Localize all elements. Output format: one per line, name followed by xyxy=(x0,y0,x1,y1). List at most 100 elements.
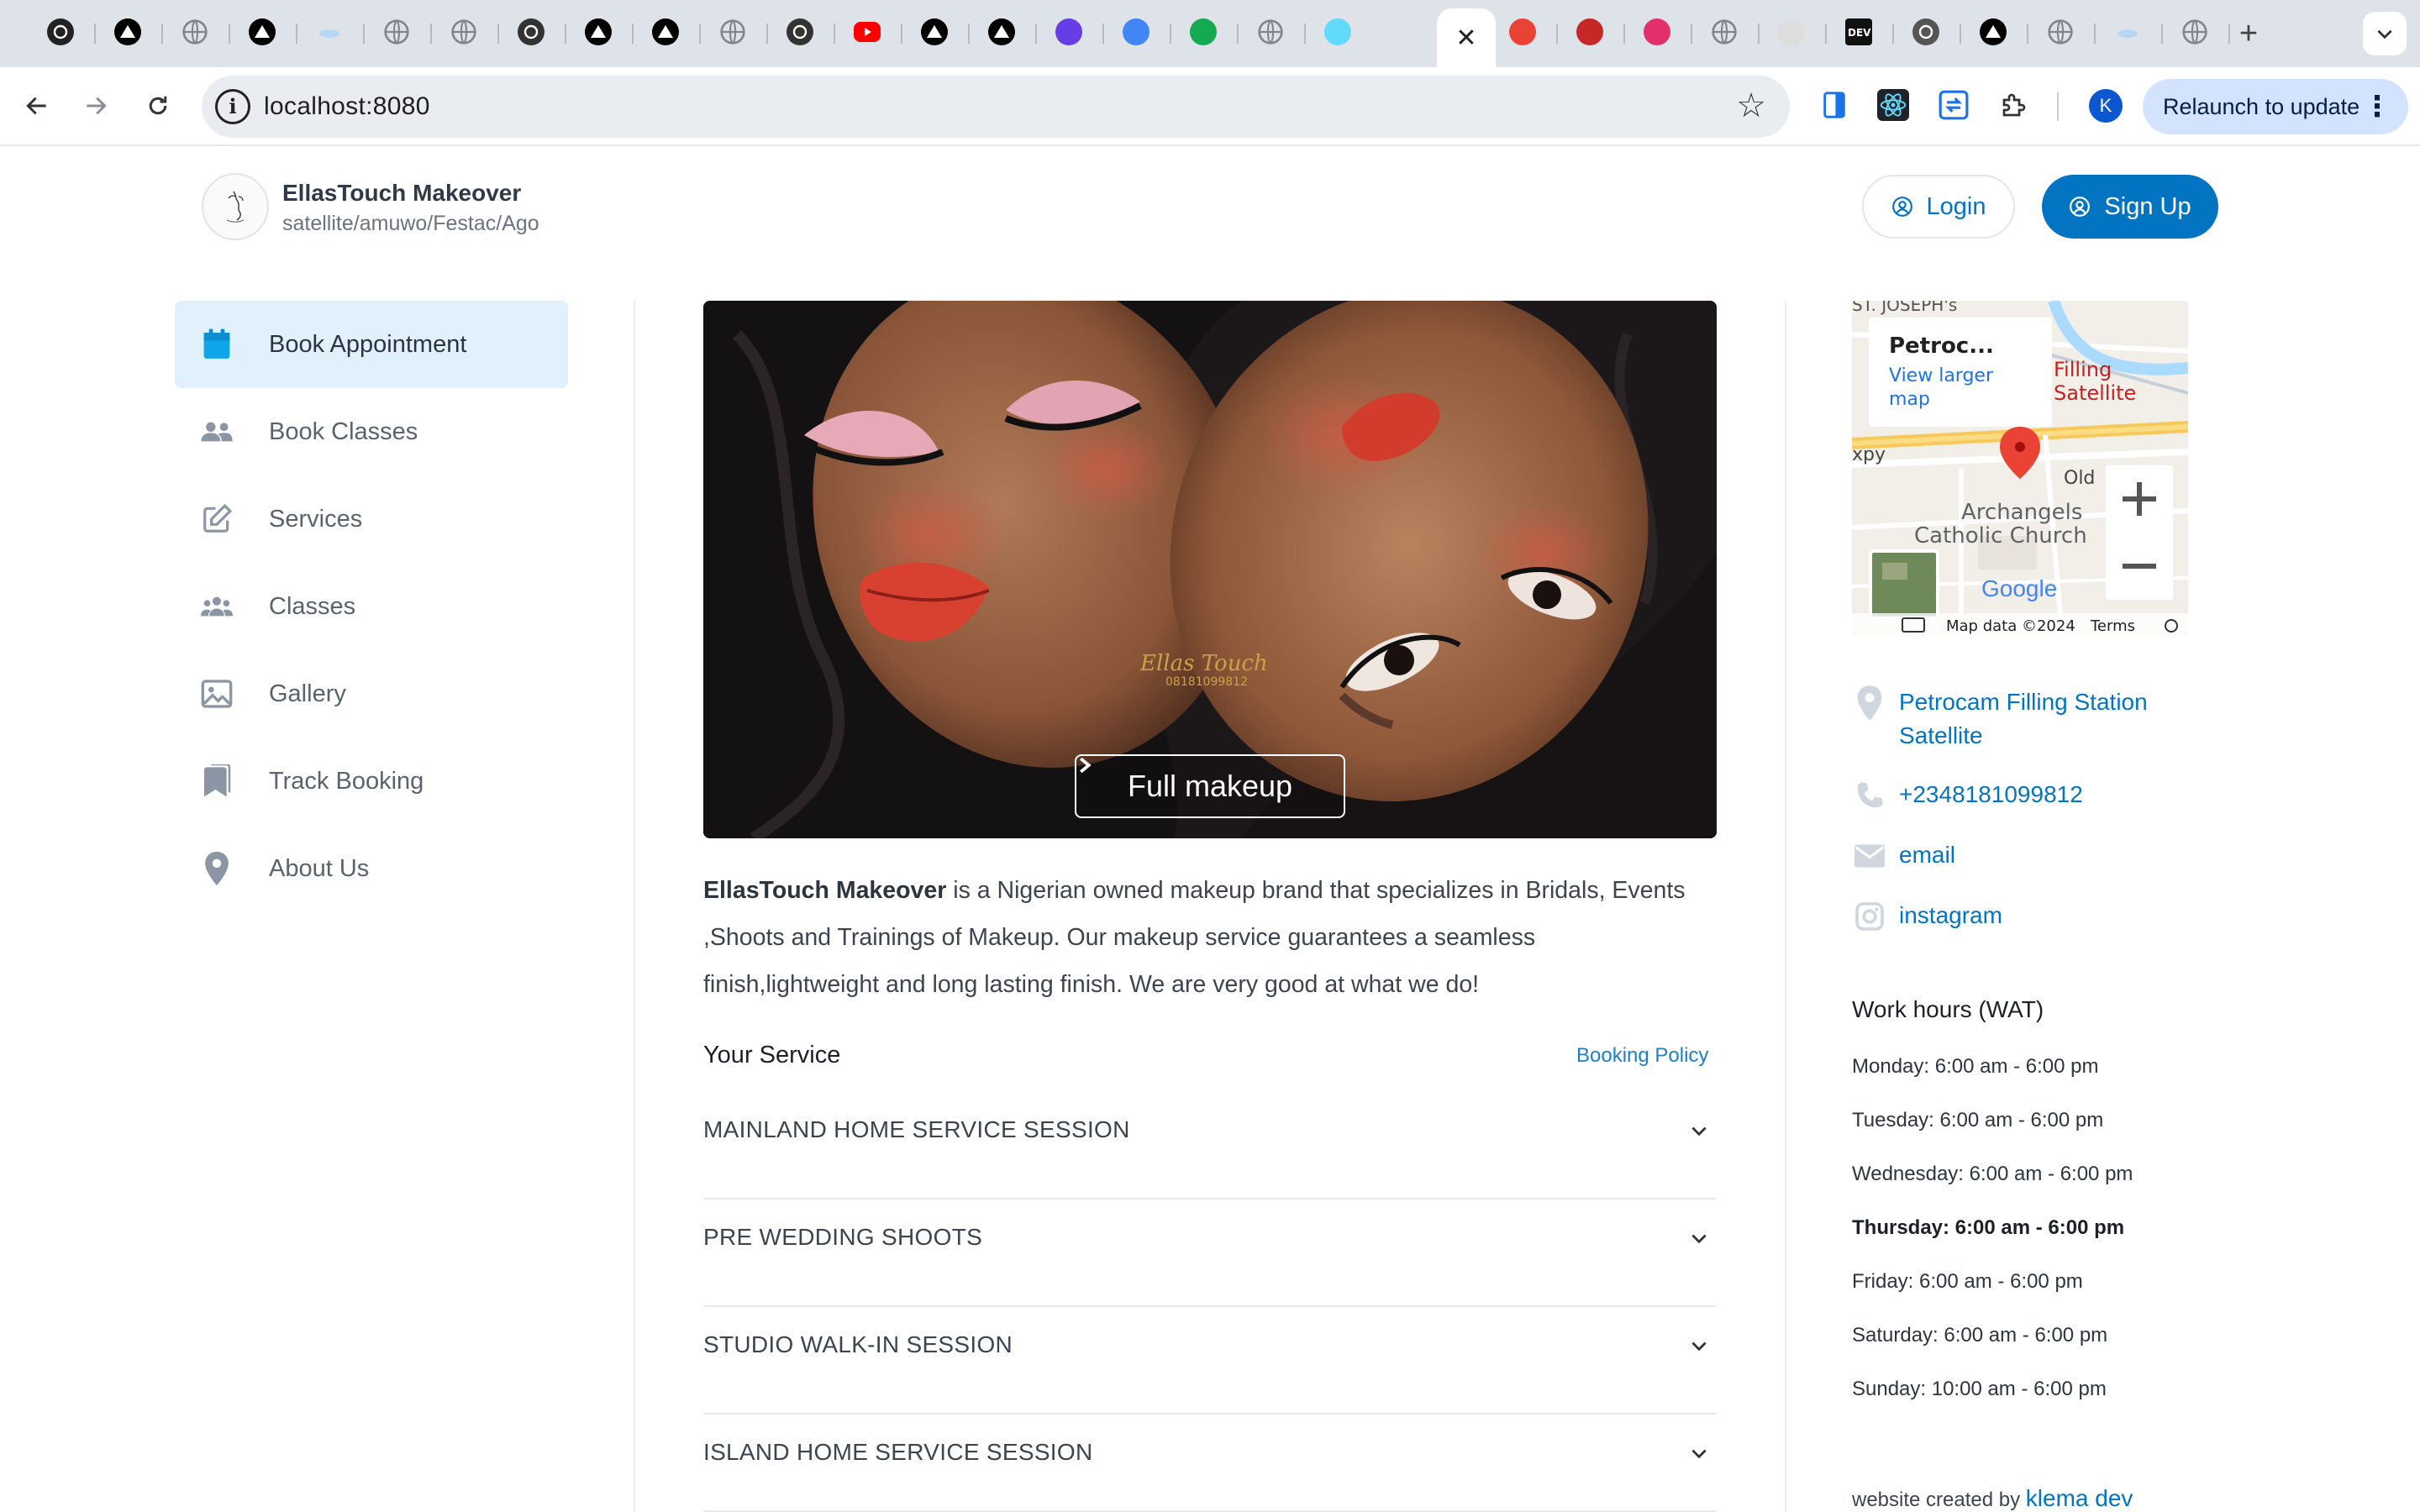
github-icon[interactable] xyxy=(516,17,546,47)
react-icon[interactable] xyxy=(1323,17,1353,47)
relaunch-button[interactable]: Relaunch to update ⋮ xyxy=(2143,79,2408,134)
sidebar-item-classes[interactable]: Classes xyxy=(175,563,568,650)
full-makeup-label: Full makeup xyxy=(1127,769,1293,803)
openai-icon[interactable] xyxy=(45,17,76,47)
login-button[interactable]: Login xyxy=(1862,175,2015,239)
email-link[interactable]: email xyxy=(1899,838,1955,872)
vercel-icon[interactable] xyxy=(113,17,143,47)
service-accordion-item[interactable]: STUDIO WALK-IN SESSION xyxy=(703,1307,1717,1415)
forward-button[interactable] xyxy=(76,86,116,126)
sidebar-item-book-appointment[interactable]: Book Appointment xyxy=(175,301,568,388)
calendar-icon xyxy=(198,326,235,363)
vercel-icon[interactable] xyxy=(1978,17,2008,47)
google-icon[interactable] xyxy=(1121,17,1151,47)
youtube-icon[interactable] xyxy=(852,17,882,47)
phone-link[interactable]: +2348181099812 xyxy=(1899,778,2083,811)
contact-instagram[interactable]: instagram xyxy=(1852,899,2205,934)
tab-separator xyxy=(1556,24,1558,44)
mongodb-icon[interactable] xyxy=(1188,17,1218,47)
image-icon[interactable] xyxy=(1776,17,1807,47)
extensions-puzzle-icon[interactable] xyxy=(1995,86,2033,124)
contact-phone[interactable]: +2348181099812 xyxy=(1852,778,2205,813)
sidebar-item-book-classes[interactable]: Book Classes xyxy=(175,388,568,475)
booking-policy-link[interactable]: Booking Policy xyxy=(1576,1044,1708,1068)
vercel-icon[interactable] xyxy=(247,17,277,47)
globe-icon[interactable] xyxy=(2045,17,2075,47)
sidebar-item-track-booking[interactable]: Track Booking xyxy=(175,738,568,825)
map-canvas[interactable]: ST. JOSEPH's Filling Satellite xpy Old A… xyxy=(1852,301,2188,637)
vercel-icon[interactable] xyxy=(919,17,950,47)
github-icon[interactable] xyxy=(785,17,815,47)
profile-avatar[interactable]: K xyxy=(2089,89,2123,123)
globe-icon[interactable] xyxy=(1709,17,1739,47)
globe-icon[interactable] xyxy=(1255,17,1286,47)
service-accordion-item[interactable]: PRE WEDDING SHOOTS xyxy=(703,1200,1717,1307)
cloud-icon[interactable] xyxy=(2112,17,2143,47)
instagram-icon[interactable] xyxy=(1642,17,1672,47)
location-pin-icon xyxy=(1852,685,1887,721)
globe-icon[interactable] xyxy=(449,17,479,47)
svg-text:DEV: DEV xyxy=(1848,27,1871,39)
chevron-down-icon xyxy=(1691,1449,1707,1459)
dev-icon[interactable]: DEV xyxy=(1844,17,1874,47)
tab-separator xyxy=(1170,24,1171,44)
signup-label: Sign Up xyxy=(2104,192,2191,220)
brand-name[interactable]: EllasTouch Makeover xyxy=(282,180,521,207)
tab-separator xyxy=(430,24,432,44)
brand-logo[interactable] xyxy=(202,173,269,240)
divider-left xyxy=(634,301,635,1512)
email-icon xyxy=(1852,838,1887,874)
contact-address[interactable]: Petrocam Filling Station Satellite xyxy=(1852,685,2205,748)
tab-search-button[interactable] xyxy=(2363,12,2407,55)
address-link[interactable]: Petrocam Filling Station Satellite xyxy=(1899,685,2185,753)
chatgpt-icon[interactable] xyxy=(1911,17,1941,47)
address-bar[interactable]: i localhost:8080 ☆ xyxy=(202,76,1790,138)
service-accordion-item[interactable]: ISLAND HOME SERVICE SESSION xyxy=(703,1415,1717,1512)
extension-sidepanel-icon[interactable] xyxy=(1815,86,1854,124)
credit-link[interactable]: klema dev xyxy=(2026,1485,2133,1511)
sidebar-item-about-us[interactable]: About Us xyxy=(175,825,568,912)
service-title: ISLAND HOME SERVICE SESSION xyxy=(703,1439,1093,1465)
bookmark-icon xyxy=(198,763,235,800)
bookmark-star-icon[interactable]: ☆ xyxy=(1736,87,1766,124)
extension-react-icon[interactable] xyxy=(1874,86,1912,124)
vercel-icon[interactable] xyxy=(583,17,613,47)
back-button[interactable] xyxy=(17,86,57,126)
google-logo: Google xyxy=(1981,575,2057,601)
url-text[interactable]: localhost:8080 xyxy=(264,92,430,121)
instagram-link[interactable]: instagram xyxy=(1899,899,2002,932)
extension-sync-icon[interactable] xyxy=(1934,86,1973,124)
service-accordion-item[interactable]: MAINLAND HOME SERVICE SESSION xyxy=(703,1092,1717,1200)
vercel-icon[interactable] xyxy=(650,17,681,47)
sidebar-item-gallery[interactable]: Gallery xyxy=(175,650,568,738)
tab-separator xyxy=(161,24,163,44)
sidebar-item-services[interactable]: Services xyxy=(175,475,568,563)
globe-icon[interactable] xyxy=(180,17,210,47)
tab-separator xyxy=(1691,24,1692,44)
site-info-icon[interactable]: i xyxy=(215,89,250,124)
contact-email[interactable]: email xyxy=(1852,838,2205,874)
tab-separator xyxy=(968,24,970,44)
globe-icon[interactable] xyxy=(2180,17,2210,47)
signup-button[interactable]: Sign Up xyxy=(2042,175,2218,239)
more-menu-icon[interactable]: ⋮ xyxy=(2363,79,2391,134)
about-brand: EllasTouch Makeover xyxy=(703,877,947,904)
new-tab-button[interactable]: + xyxy=(2232,16,2265,51)
vercel-icon[interactable] xyxy=(986,17,1017,47)
google-map-embed[interactable]: ST. JOSEPH's Filling Satellite xpy Old A… xyxy=(1852,301,2188,637)
user-circle-icon xyxy=(2070,197,2091,217)
watermark-phone: 08181099812 xyxy=(1165,675,1248,689)
sidebar-item-label: Gallery xyxy=(269,680,346,707)
globe-icon[interactable] xyxy=(381,17,412,47)
reload-button[interactable] xyxy=(138,86,178,126)
gmail-icon[interactable] xyxy=(1507,17,1538,47)
active-tab[interactable]: ✕ xyxy=(1437,8,1496,67)
cloud-icon[interactable] xyxy=(314,17,345,47)
hostinger-icon[interactable] xyxy=(1054,17,1084,47)
full-makeup-button[interactable]: Full makeup xyxy=(1075,754,1345,818)
your-service-heading: Your Service xyxy=(703,1042,841,1068)
globe-icon[interactable] xyxy=(718,17,748,47)
relaunch-label: Relaunch to update xyxy=(2163,94,2360,119)
close-tab-icon[interactable]: ✕ xyxy=(1455,24,1476,53)
medium-icon[interactable] xyxy=(1575,17,1605,47)
